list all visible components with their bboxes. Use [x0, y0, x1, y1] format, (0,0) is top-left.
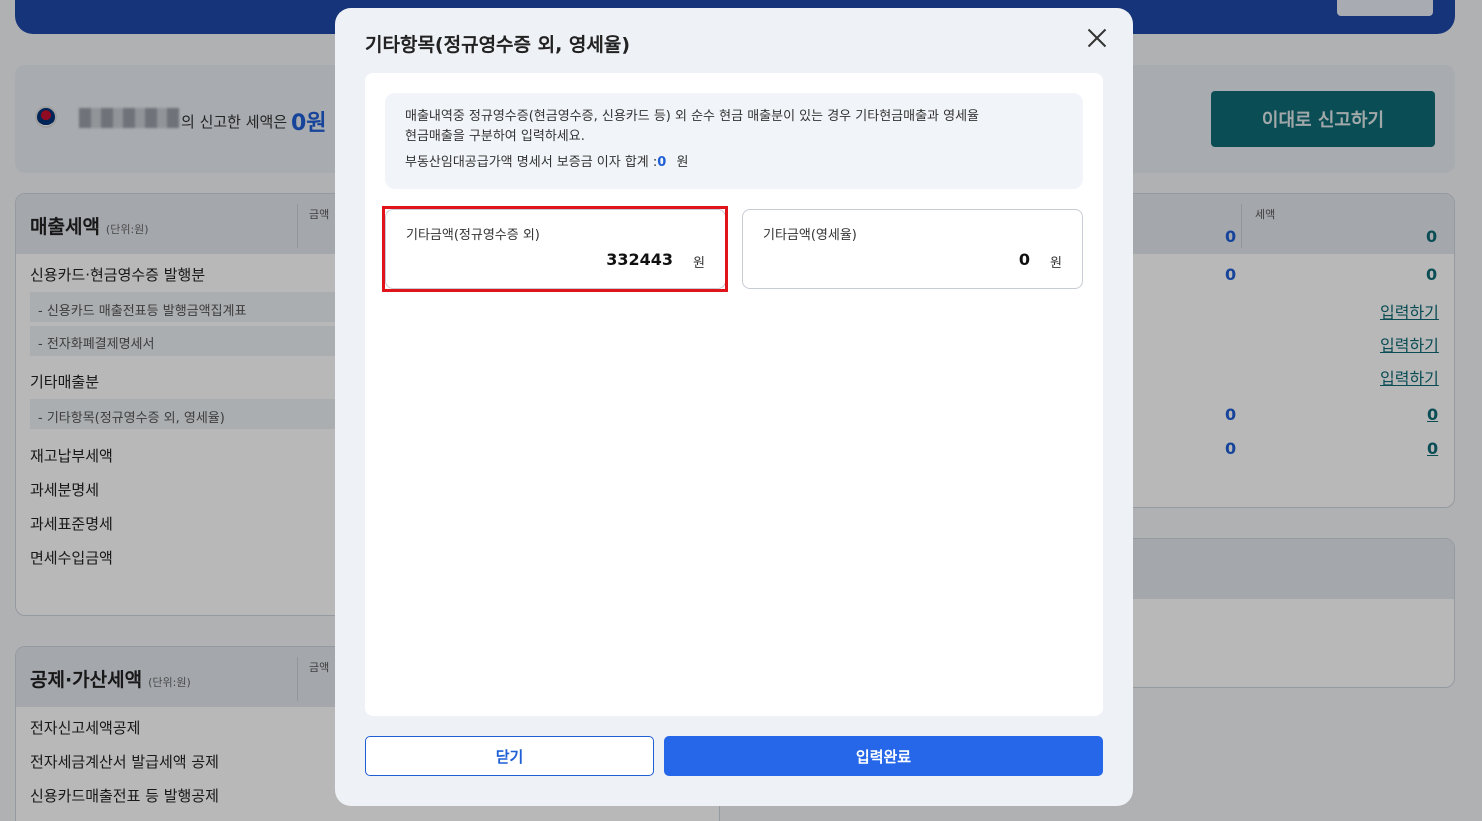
input-complete-button[interactable]: 입력완료 [664, 736, 1103, 776]
close-icon[interactable] [1083, 24, 1111, 52]
notice-deposit-value: 0 [657, 155, 667, 170]
notice-line-1: 매출내역중 정규영수증(현금영수증, 신용카드 등) 외 순수 현금 매출분이 … [405, 109, 980, 124]
notice-deposit-label: 부동산임대공급가액 명세서 보증금 이자 합계 : [405, 155, 658, 170]
notice-deposit-unit: 원 [676, 155, 689, 170]
other-amount-field[interactable]: 기타금액(정규영수증 외) 332443 원 [385, 209, 726, 289]
zero-rate-amount-field[interactable]: 기타금액(영세율) 0 원 [742, 209, 1083, 289]
other-amount-label: 기타금액(정규영수증 외) [406, 228, 540, 243]
other-items-modal: 기타항목(정규영수증 외, 영세율) 매출내역중 정규영수증(현금영수증, 신용… [335, 8, 1133, 806]
zero-rate-amount-unit: 원 [1050, 256, 1062, 271]
modal-body: 매출내역중 정규영수증(현금영수증, 신용카드 등) 외 순수 현금 매출분이 … [365, 73, 1103, 716]
other-amount-unit: 원 [693, 256, 705, 271]
notice-line-3: 부동산임대공급가액 명세서 보증금 이자 합계 :0 원 [405, 153, 1063, 173]
zero-rate-amount-input[interactable]: 0 [1019, 250, 1030, 269]
close-button[interactable]: 닫기 [365, 736, 654, 776]
notice-box: 매출내역중 정규영수증(현금영수증, 신용카드 등) 외 순수 현금 매출분이 … [385, 93, 1083, 189]
notice-line-2: 현금매출을 구분하여 입력하세요. [405, 129, 585, 144]
zero-rate-amount-label: 기타금액(영세율) [763, 228, 857, 243]
other-amount-input[interactable]: 332443 [606, 250, 673, 269]
modal-title: 기타항목(정규영수증 외, 영세율) [365, 34, 631, 56]
